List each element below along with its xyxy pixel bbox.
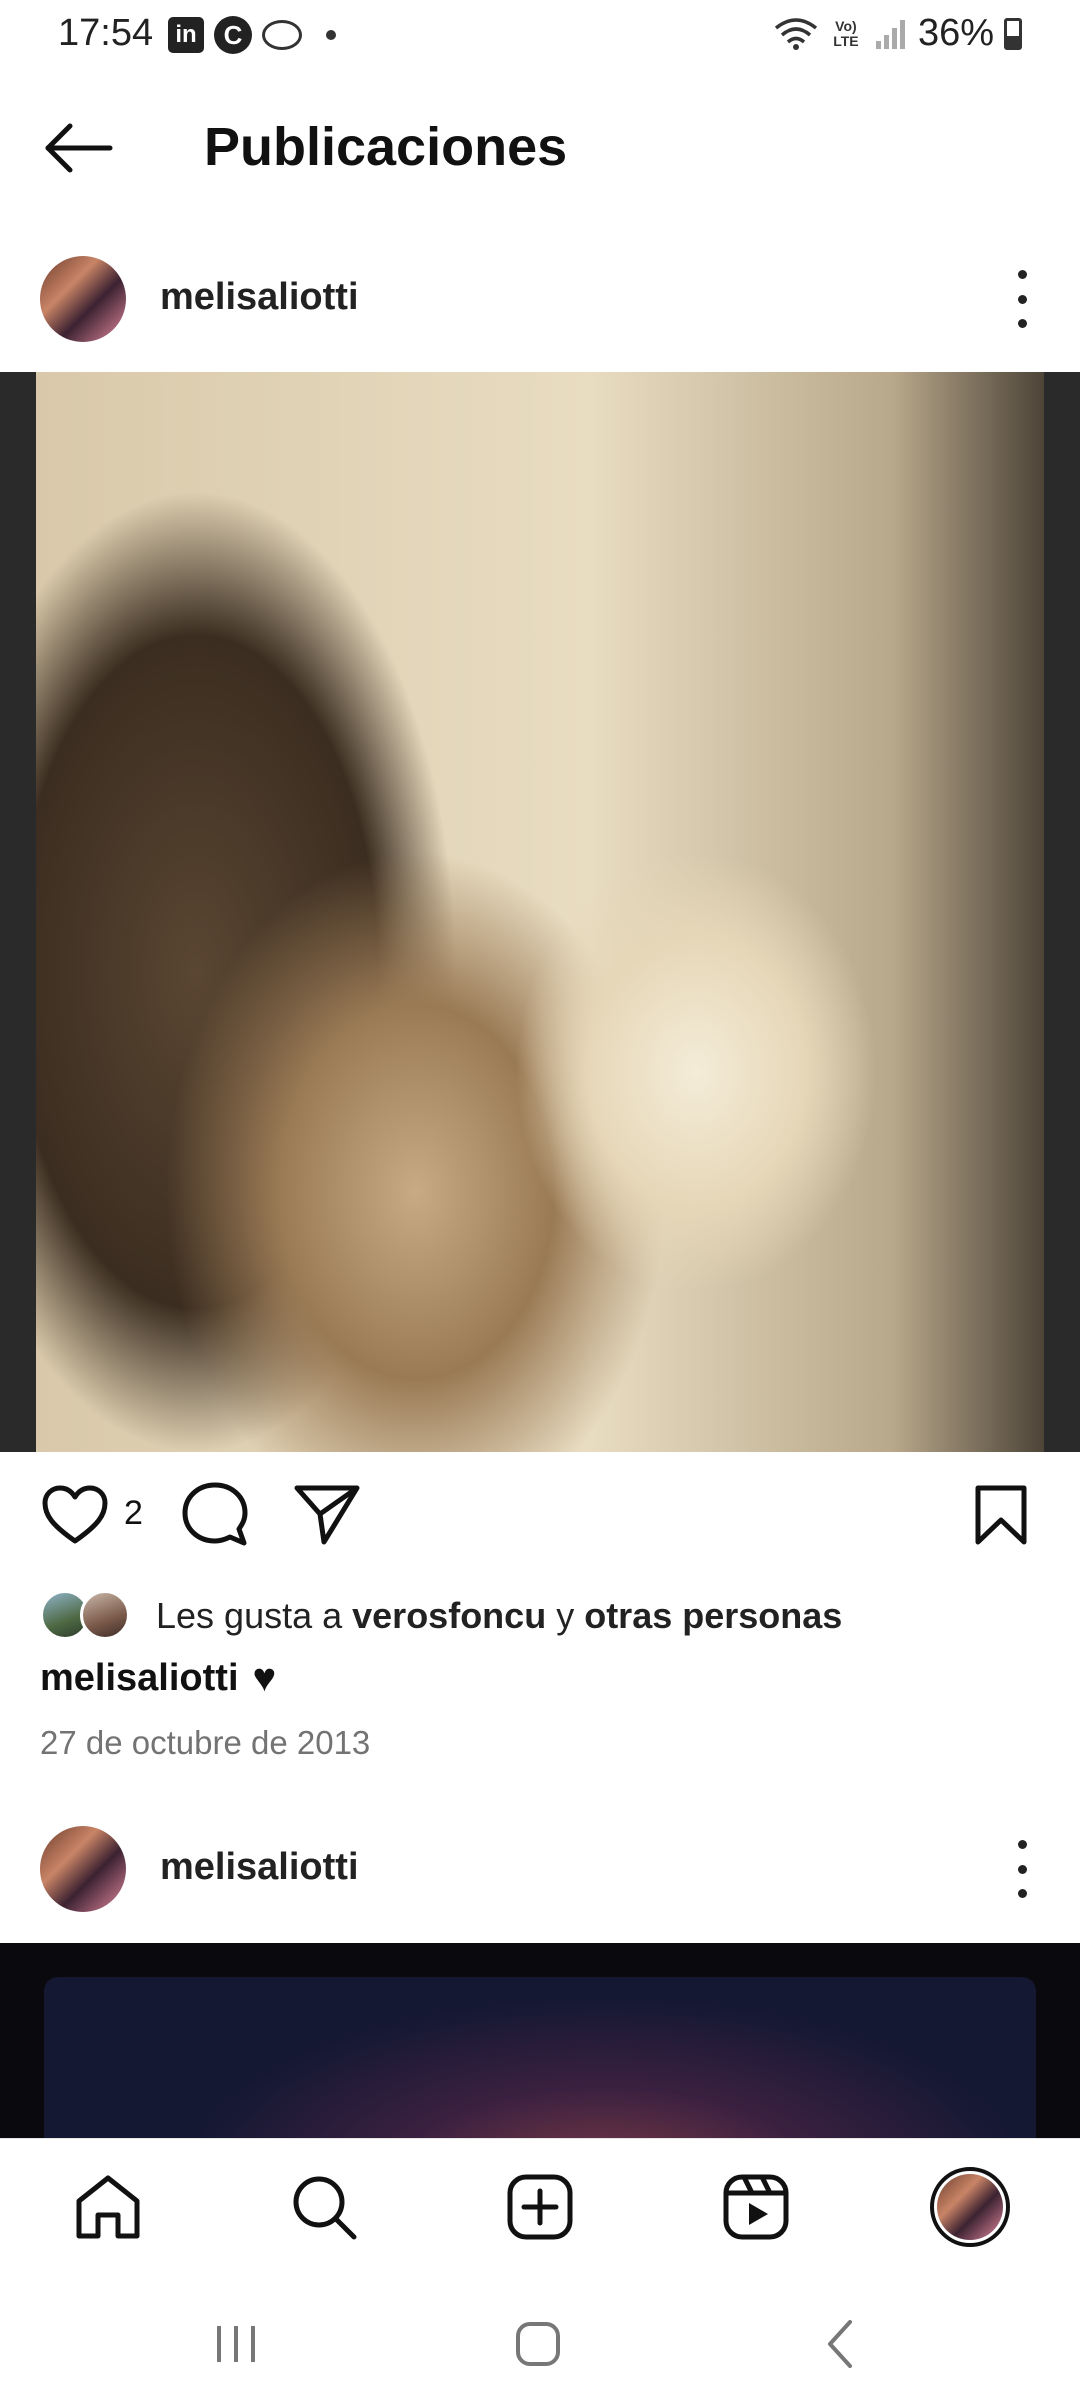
- home-button[interactable]: [498, 2314, 578, 2374]
- reels-icon: [723, 2174, 789, 2240]
- app-icon: [262, 20, 302, 50]
- create-icon: [507, 2174, 573, 2240]
- c-icon: C: [214, 16, 252, 54]
- nav-create[interactable]: [500, 2167, 580, 2247]
- liker-avatars: [40, 1588, 138, 1644]
- post-header: melisaliotti: [0, 1826, 1080, 1936]
- wifi-icon: [774, 17, 818, 50]
- recent-apps-icon: [217, 2326, 255, 2362]
- likes-join: y: [546, 1595, 585, 1636]
- post-photo[interactable]: [0, 1943, 1080, 2138]
- nav-profile[interactable]: [930, 2167, 1010, 2247]
- system-back-button[interactable]: [800, 2314, 880, 2374]
- likes-prefix: Les gusta a: [156, 1595, 353, 1636]
- status-right: Vo) LTE 36%: [774, 12, 1022, 55]
- home-square-icon: [516, 2322, 560, 2366]
- battery-icon: [1004, 17, 1022, 50]
- status-bar: 17:54 in C Vo) LTE 36%: [0, 0, 1080, 70]
- save-button[interactable]: [966, 1480, 1036, 1550]
- page-title: Publicaciones: [204, 117, 568, 177]
- avatar[interactable]: [40, 256, 126, 342]
- likes-summary[interactable]: Les gusta a verosfoncu y otras personas: [40, 1588, 1040, 1644]
- recent-apps-button[interactable]: [196, 2314, 276, 2374]
- network-type: Vo) LTE: [833, 17, 859, 49]
- profile-avatar: [930, 2167, 1010, 2247]
- signal-icon: [875, 19, 905, 49]
- more-dot-icon: [1017, 319, 1027, 328]
- post-date: 27 de octubre de 2013: [40, 1724, 371, 1761]
- nav-reels[interactable]: [716, 2167, 796, 2247]
- nav-home[interactable]: [68, 2167, 148, 2247]
- more-dot-icon: [1017, 1864, 1027, 1874]
- more-dot-icon: [1017, 1840, 1027, 1849]
- more-dot-icon: [1017, 1889, 1027, 1898]
- status-time: 17:54: [58, 12, 154, 54]
- battery-level: 36%: [917, 12, 994, 54]
- more-dot-icon: [1017, 270, 1027, 279]
- post-actions: 2: [0, 1470, 1080, 1560]
- post-caption: melisaliotti ♥: [40, 1656, 276, 1701]
- caption-username[interactable]: melisaliotti: [40, 1657, 239, 1700]
- caption-text: ♥: [252, 1656, 277, 1700]
- post-photo[interactable]: [0, 372, 1080, 1452]
- more-dot-icon: [1017, 294, 1027, 304]
- likes-user[interactable]: verosfoncu: [352, 1595, 546, 1636]
- like-button[interactable]: [40, 1480, 110, 1550]
- liker-avatar: [80, 1590, 130, 1640]
- search-icon: [293, 2176, 357, 2240]
- avatar[interactable]: [40, 1826, 126, 1912]
- linkedin-icon: in: [168, 17, 204, 53]
- send-icon: [294, 1485, 360, 1545]
- likes-others[interactable]: otras personas: [584, 1595, 842, 1636]
- share-button[interactable]: [292, 1480, 362, 1550]
- nav-search[interactable]: [284, 2167, 364, 2247]
- system-nav: [0, 2274, 1080, 2408]
- post-username[interactable]: melisaliotti: [160, 276, 359, 319]
- like-count[interactable]: 2: [124, 1494, 143, 1533]
- more-notifications-icon: [326, 30, 336, 40]
- top-bar: Publicaciones: [0, 96, 1080, 206]
- post-header: melisaliotti: [0, 256, 1080, 366]
- chevron-left-icon: [828, 2320, 852, 2368]
- more-options-button[interactable]: [1000, 1840, 1044, 1898]
- bottom-nav: [0, 2138, 1080, 2274]
- notification-icons: in C: [168, 16, 336, 54]
- arrow-left-icon: [45, 123, 113, 173]
- home-icon: [76, 2175, 140, 2239]
- likes-text: Les gusta a verosfoncu y otras personas: [156, 1595, 842, 1637]
- post-username[interactable]: melisaliotti: [160, 1846, 359, 1889]
- comment-icon: [182, 1482, 248, 1546]
- comment-button[interactable]: [180, 1480, 250, 1550]
- photo-content: [36, 372, 1044, 1452]
- more-options-button[interactable]: [1000, 270, 1044, 328]
- bookmark-icon: [975, 1485, 1027, 1545]
- photo-content: [44, 1977, 1036, 2138]
- back-button[interactable]: [40, 118, 120, 178]
- heart-icon: [42, 1485, 108, 1544]
